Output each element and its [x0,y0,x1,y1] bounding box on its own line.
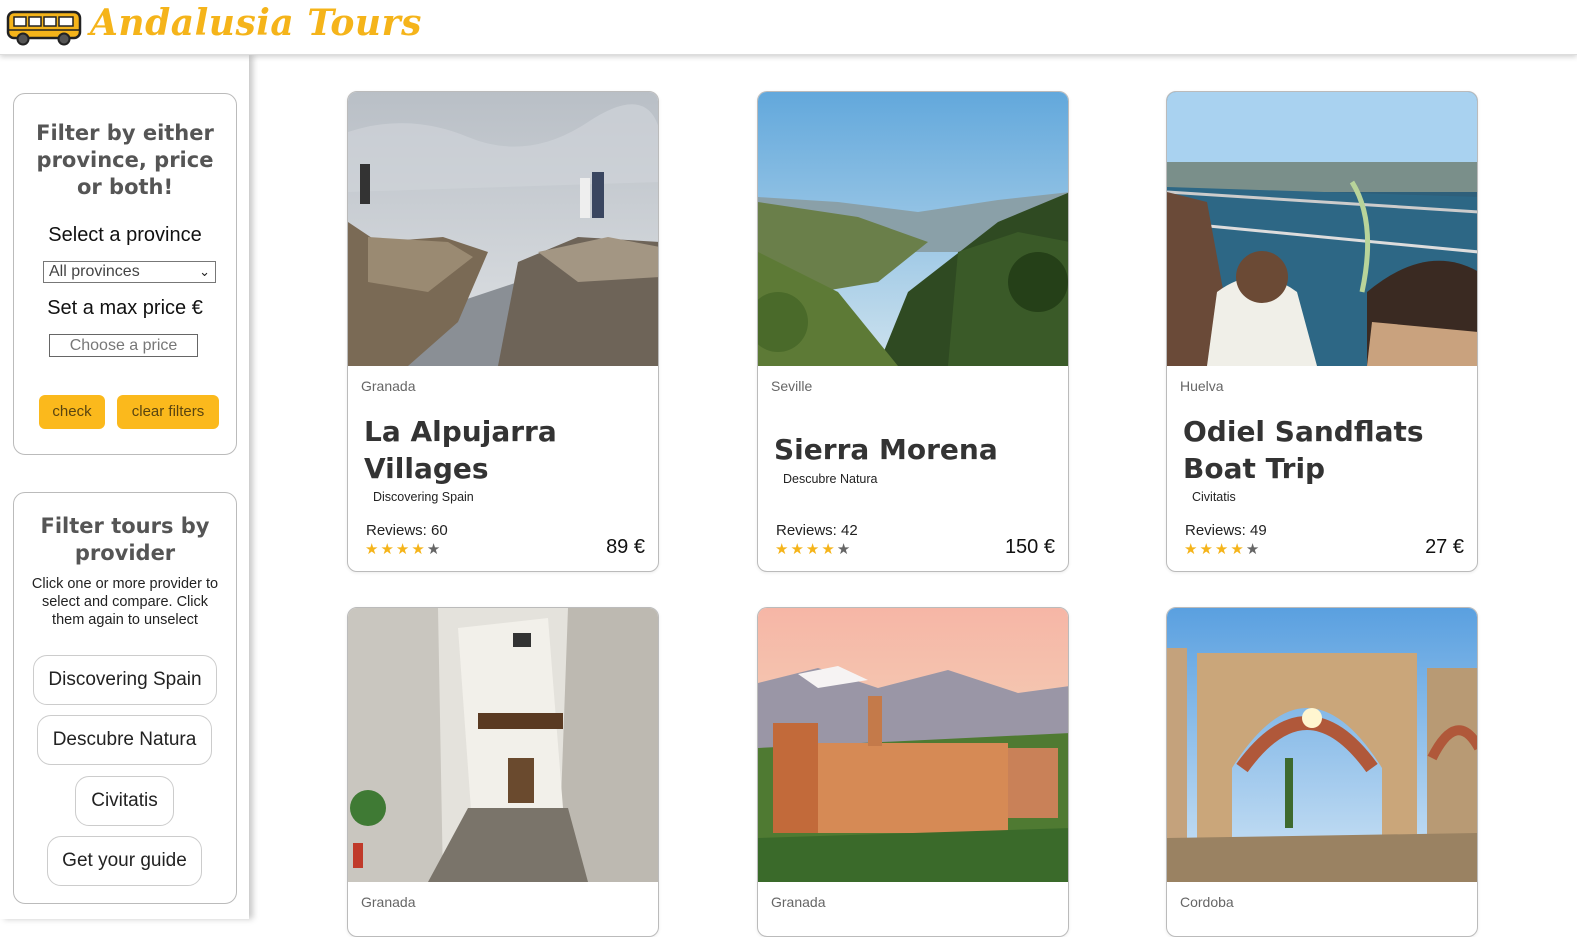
filter-panel-title: Filter by either province, price or both… [36,121,214,199]
price-province-filter-panel: Filter by either province, price or both… [13,93,237,455]
white-village-street-photo[interactable] [348,608,658,882]
provider-panel-description: Click one or more provider to select and… [31,576,219,628]
mountain-cliff-photo[interactable] [348,92,658,366]
rating-stars: ★★★★★ [775,540,852,558]
star-icon: ★ [426,540,443,558]
star-icon: ★ [790,540,806,558]
star-icon: ★ [805,540,822,558]
tour-title[interactable]: La Alpujarra Villages [364,413,654,487]
star-icon: ★ [380,540,396,558]
tour-card[interactable]: Cordoba [1166,607,1478,937]
tour-card[interactable]: Granada La Alpujarra Villages Discoverin… [347,91,659,572]
provider-filter-panel: Filter tours by provider Click one or mo… [13,492,237,904]
tour-title[interactable]: Odiel Sandflats Boat Trip [1183,413,1473,487]
tour-price: 150 € [1004,536,1055,558]
tour-card[interactable]: Huelva Odiel Sandflats Boat Trip Civitat… [1166,91,1478,572]
filter-sidebar: Filter by either province, price or both… [0,55,249,919]
tour-reviews: Reviews: 60 [366,522,448,539]
star-icon: ★ [395,540,412,558]
tour-card[interactable]: Granada [347,607,659,937]
max-price-label: Set a max price € [47,297,203,319]
star-icon: ★ [365,540,381,558]
star-icon: ★ [1199,540,1215,558]
star-icon: ★ [775,540,791,558]
tour-card[interactable]: Seville Sierra Morena Descubre Natura Re… [757,91,1069,572]
star-icon: ★ [1214,540,1231,558]
tour-provider: Descubre Natura [783,472,878,486]
star-icon: ★ [1245,540,1262,558]
tour-provider: Civitatis [1192,490,1236,504]
tour-price: 89 € [606,536,645,558]
check-button[interactable]: check [39,395,105,429]
tour-province: Seville [771,378,813,394]
star-icon: ★ [1230,540,1246,558]
provider-panel-title: Filter tours by provider [40,514,210,565]
tour-province: Cordoba [1180,894,1234,910]
tour-province: Granada [361,894,416,910]
provider-button-get-your-guide[interactable]: Get your guide [47,836,202,886]
boat-trip-photo[interactable] [1167,92,1477,366]
provider-button-civitatis[interactable]: Civitatis [75,776,174,826]
provider-button-descubre-natura[interactable]: Descubre Natura [37,715,212,765]
tour-price: 27 € [1425,536,1464,558]
province-select-value: All provinces [49,263,140,280]
rating-stars: ★★★★★ [365,540,442,558]
tour-reviews: Reviews: 42 [776,522,858,539]
top-header: Andalusia Tours [0,0,1577,55]
tour-province: Granada [771,894,826,910]
rating-stars: ★★★★★ [1184,540,1261,558]
alhambra-photo[interactable] [758,608,1068,882]
clear-filters-button[interactable]: clear filters [117,395,219,429]
medina-azahara-arch-photo[interactable] [1167,608,1477,882]
provider-button-discovering-spain[interactable]: Discovering Spain [33,655,217,705]
star-icon: ★ [821,540,837,558]
star-icon: ★ [411,540,427,558]
tour-province: Huelva [1180,378,1224,394]
star-icon: ★ [836,540,853,558]
tour-card[interactable]: Granada [757,607,1069,937]
star-icon: ★ [1184,540,1200,558]
tour-provider: Discovering Spain [373,490,474,504]
province-select[interactable]: All provinces ⌄ [43,261,216,283]
max-price-input[interactable]: Choose a price [49,334,198,357]
tour-reviews: Reviews: 49 [1185,522,1267,539]
chevron-down-icon: ⌄ [199,264,210,279]
tour-province: Granada [361,378,416,394]
tour-title[interactable]: Sierra Morena [774,431,1064,468]
brand-title[interactable]: Andalusia Tours [90,2,422,44]
valley-landscape-photo[interactable] [758,92,1068,366]
province-label: Select a province [48,224,202,246]
bus-icon[interactable] [6,8,82,46]
